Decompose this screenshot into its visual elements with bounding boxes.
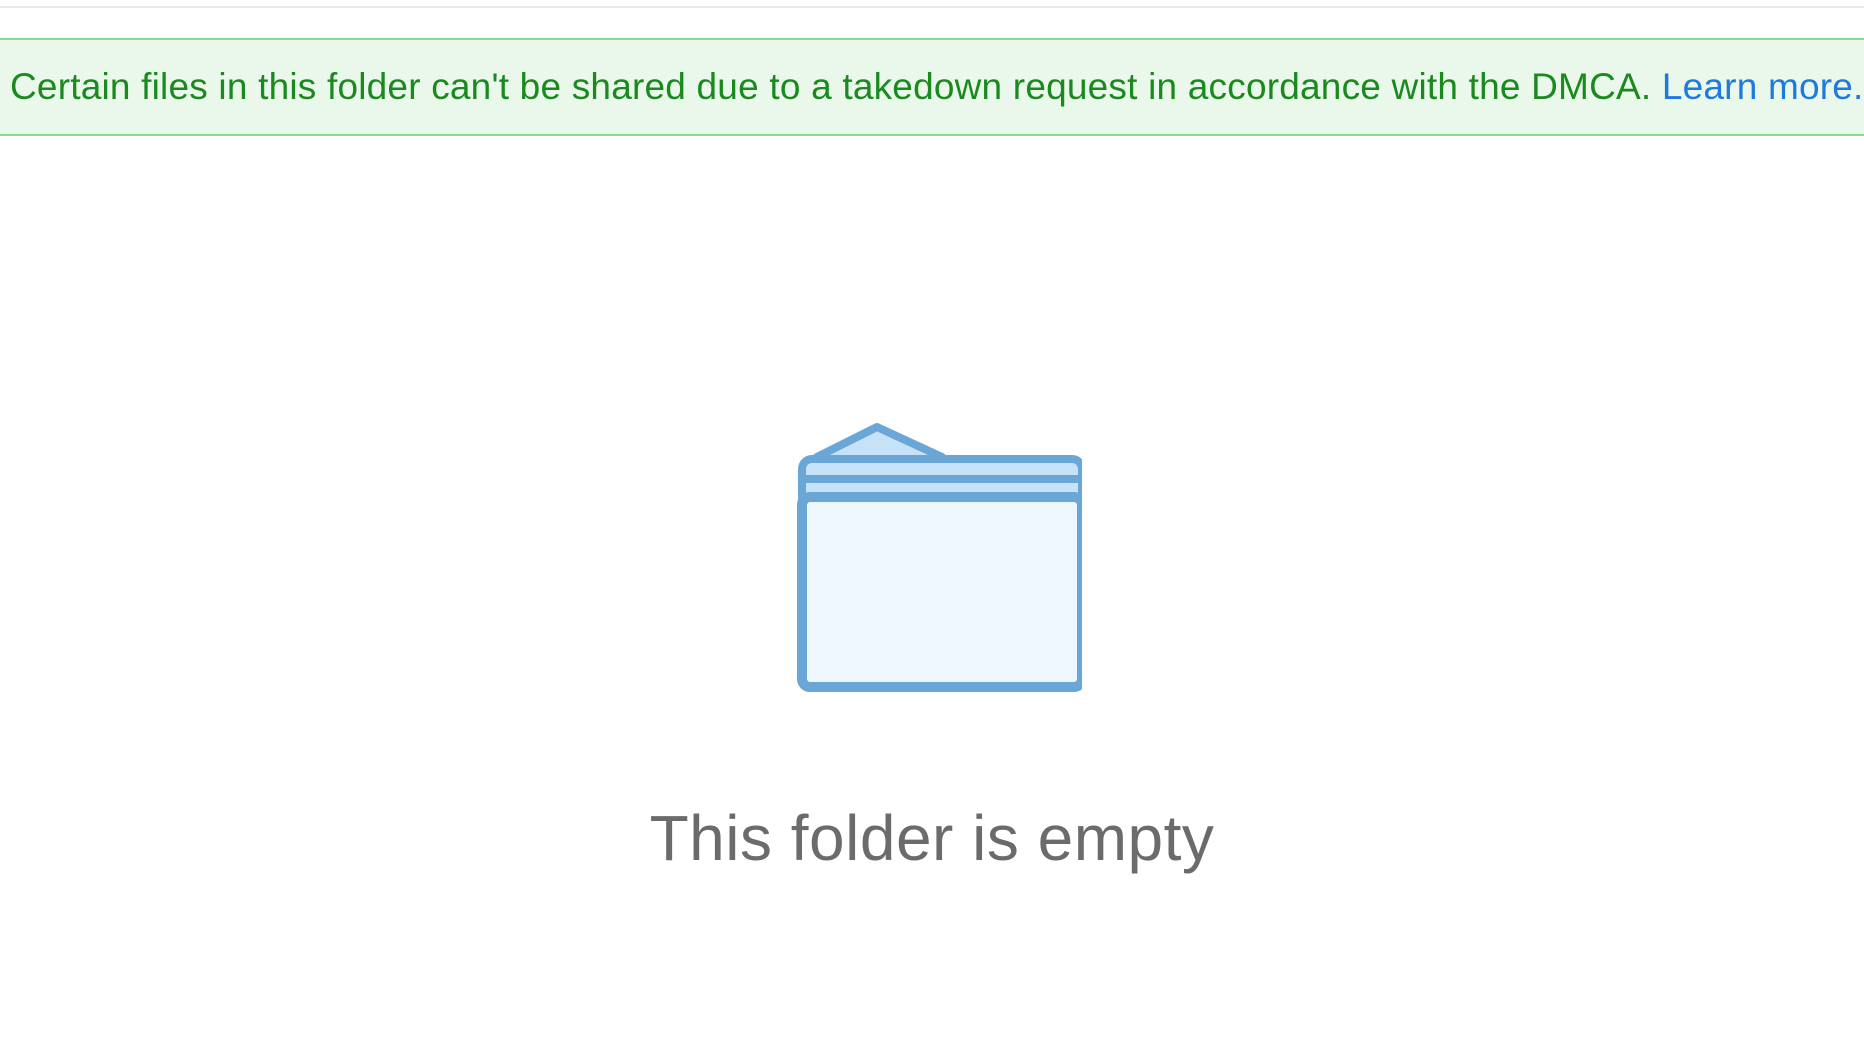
top-divider (0, 0, 1864, 8)
learn-more-link[interactable]: Learn more. (1662, 66, 1864, 107)
empty-folder-state: This folder is empty (0, 421, 1864, 875)
empty-folder-label: This folder is empty (650, 801, 1215, 875)
folder-icon (782, 421, 1082, 696)
dmca-notice-text: Certain files in this folder can't be sh… (10, 66, 1651, 107)
dmca-notice-banner: Certain files in this folder can't be sh… (0, 38, 1864, 136)
